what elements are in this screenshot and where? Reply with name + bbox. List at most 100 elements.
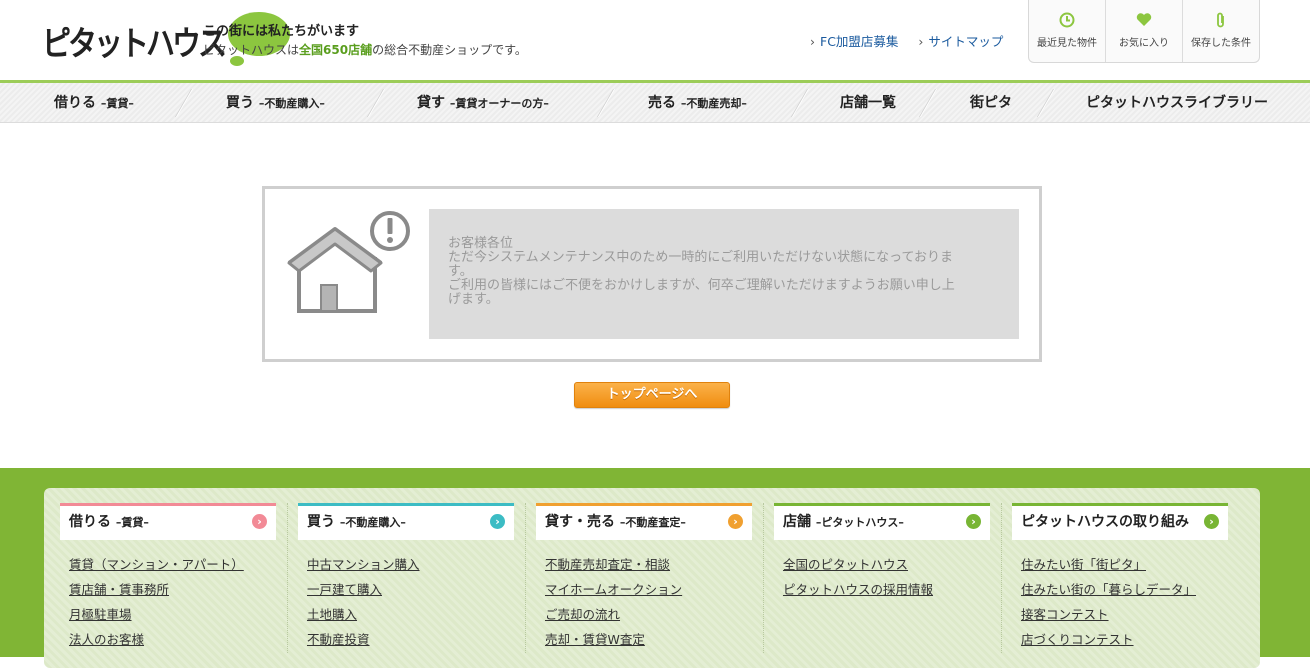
footer-heading-initiatives[interactable]: ピタットハウスの取り組み › — [1012, 503, 1228, 540]
footer-heading-rent[interactable]: 借りる –賃貸– › — [60, 503, 276, 540]
footer-link[interactable]: 賃店舗・賃事務所 — [69, 577, 276, 602]
footer-link[interactable]: 店づくりコンテスト — [1021, 627, 1228, 652]
sitemap-link[interactable]: サイトマップ — [918, 31, 1003, 50]
site-footer: 借りる –賃貸– › 賃貸（マンション・アパート） 賃店舗・賃事務所 月極駐車場… — [0, 468, 1310, 668]
tagline-pre: ピタットハウスは — [203, 43, 300, 57]
arrow-circle-icon: › — [1204, 514, 1219, 529]
footer-heading-title: 貸す・売る — [545, 514, 615, 530]
clock-icon — [1059, 12, 1075, 34]
nav-divider — [367, 89, 386, 117]
favorites-button[interactable]: お気に入り — [1106, 0, 1183, 62]
footer-heading-title: ピタットハウスの取り組み — [1021, 514, 1189, 530]
nav-buy-sub: –不動産購入– — [258, 97, 325, 110]
footer-column-store: 店舗 –ピタットハウス– › 全国のピタットハウス ピタットハウスの採用情報 — [774, 503, 990, 602]
footer-link[interactable]: 一戸建て購入 — [307, 577, 514, 602]
footer-column-initiatives: ピタットハウスの取り組み › 住みたい街「街ピタ」 住みたい街の「暮らしデータ」… — [1012, 503, 1228, 652]
footer-link[interactable]: 中古マンション購入 — [307, 552, 514, 577]
nav-divider — [597, 89, 616, 117]
nav-lease[interactable]: 貸す –賃貸オーナーの方– — [417, 83, 549, 123]
tagline-main: この街には私たちがいます — [203, 24, 360, 39]
tagline-post: の総合不動産ショップです。 — [372, 43, 527, 57]
tagline-sub: ピタットハウスは全国650店舗の総合不動産ショップです。 — [203, 41, 527, 60]
nav-lease-label: 貸す — [417, 95, 445, 111]
favorites-label: お気に入り — [1119, 38, 1169, 49]
footer-link[interactable]: ご売却の流れ — [545, 602, 752, 627]
footer-link[interactable]: 不動産投資 — [307, 627, 514, 652]
footer-link[interactable]: マイホームオークション — [545, 577, 752, 602]
nav-machipita[interactable]: 街ピタ — [970, 83, 1012, 123]
nav-sell[interactable]: 売る –不動産売却– — [648, 83, 747, 123]
footer-link[interactable]: 住みたい街の「暮らしデータ」 — [1021, 577, 1228, 602]
nav-sell-sub: –不動産売却– — [680, 97, 747, 110]
message-line: ご利用の皆様にはご不便をおかけしますが、何卒ご理解いただけますようお願い申し上 — [448, 278, 955, 293]
nav-rent-sub: –賃貸– — [100, 97, 134, 110]
maintenance-message: お客様各位 ただ今システムメンテナンス中のため一時的にご利用いただけない状態にな… — [429, 209, 1019, 339]
site-header: ピタットハウス この街には私たちがいます ピタットハウスは全国650店舗の総合不… — [0, 0, 1310, 80]
footer-column-buy: 買う –不動産購入– › 中古マンション購入 一戸建て購入 土地購入 不動産投資 — [298, 503, 514, 652]
fc-recruit-link[interactable]: FC加盟店募集 — [810, 31, 898, 50]
global-nav: 借りる –賃貸– 買う –不動産購入– 貸す –賃貸オーナーの方– 売る –不動… — [0, 80, 1310, 123]
recently-viewed-button[interactable]: 最近見た物件 — [1029, 0, 1106, 62]
footer-link[interactable]: ピタットハウスの採用情報 — [783, 577, 990, 602]
footer-link[interactable]: 賃貸（マンション・アパート） — [69, 552, 276, 577]
footer-link[interactable]: 接客コンテスト — [1021, 602, 1228, 627]
footer-column-lease-sell: 貸す・売る –不動産査定– › 不動産売却査定・相談 マイホームオークション ご… — [536, 503, 752, 652]
nav-divider — [1037, 89, 1056, 117]
nav-buy-label: 買う — [226, 95, 254, 111]
nav-machipita-label: 街ピタ — [970, 95, 1012, 111]
nav-divider — [175, 89, 194, 117]
tagline-highlight: 全国650店舗 — [299, 43, 373, 57]
user-utility-box: 最近見た物件 お気に入り 保存した条件 — [1028, 0, 1260, 63]
footer-link[interactable]: 法人のお客様 — [69, 627, 276, 652]
arrow-circle-icon: › — [490, 514, 505, 529]
nav-rent-label: 借りる — [54, 95, 96, 111]
nav-divider — [919, 89, 938, 117]
footer-heading-sub: –ピタットハウス– — [815, 516, 904, 529]
saved-conditions-button[interactable]: 保存した条件 — [1183, 0, 1259, 62]
message-line: ただ今システムメンテナンス中のため一時的にご利用いただけない状態になっておりま — [448, 250, 954, 265]
footer-divider — [1001, 503, 1002, 653]
footer-divider — [763, 503, 764, 653]
footer-heading-lease-sell[interactable]: 貸す・売る –不動産査定– › — [536, 503, 752, 540]
footer-link[interactable]: 住みたい街「街ピタ」 — [1021, 552, 1228, 577]
footer-link[interactable]: 月極駐車場 — [69, 602, 276, 627]
utility-links: FC加盟店募集 サイトマップ — [810, 31, 1003, 50]
footer-link[interactable]: 土地購入 — [307, 602, 514, 627]
footer-heading-sub: –不動産購入– — [339, 516, 406, 529]
nav-buy[interactable]: 買う –不動産購入– — [226, 83, 325, 123]
nav-divider — [791, 89, 810, 117]
footer-link[interactable]: 全国のピタットハウス — [783, 552, 990, 577]
arrow-circle-icon: › — [728, 514, 743, 529]
nav-store-list[interactable]: 店舗一覧 — [840, 83, 896, 123]
footer-link[interactable]: 売却・賃貸W査定 — [545, 627, 752, 652]
footer-column-rent: 借りる –賃貸– › 賃貸（マンション・アパート） 賃店舗・賃事務所 月極駐車場… — [60, 503, 276, 652]
nav-library[interactable]: ピタットハウスライブラリー — [1086, 83, 1268, 123]
footer-panel: 借りる –賃貸– › 賃貸（マンション・アパート） 賃店舗・賃事務所 月極駐車場… — [44, 488, 1260, 668]
footer-link[interactable]: 不動産売却査定・相談 — [545, 552, 752, 577]
nav-lease-sub: –賃貸オーナーの方– — [449, 97, 549, 110]
footer-heading-title: 借りる — [69, 514, 111, 530]
heart-icon — [1136, 12, 1152, 34]
tagline: この街には私たちがいます ピタットハウスは全国650店舗の総合不動産ショップです… — [203, 22, 527, 60]
footer-divider — [287, 503, 288, 653]
nav-library-label: ピタットハウスライブラリー — [1086, 95, 1268, 111]
footer-divider — [525, 503, 526, 653]
footer-heading-title: 店舗 — [783, 514, 811, 530]
message-line: す。 — [448, 264, 473, 279]
footer-heading-title: 買う — [307, 514, 335, 530]
footer-heading-store[interactable]: 店舗 –ピタットハウス– › — [774, 503, 990, 540]
footer-heading-sub: –不動産査定– — [619, 516, 686, 529]
saved-conditions-label: 保存した条件 — [1191, 38, 1251, 49]
nav-store-list-label: 店舗一覧 — [840, 95, 896, 111]
maintenance-notice: お客様各位 ただ今システムメンテナンス中のため一時的にご利用いただけない状態にな… — [262, 186, 1042, 362]
nav-rent[interactable]: 借りる –賃貸– — [54, 83, 134, 123]
top-page-button[interactable]: トップページへ — [574, 382, 730, 408]
footer-heading-buy[interactable]: 買う –不動産購入– › — [298, 503, 514, 540]
recently-viewed-label: 最近見た物件 — [1037, 38, 1097, 49]
paperclip-icon — [1215, 12, 1227, 34]
message-line: お客様各位 — [448, 236, 514, 251]
nav-sell-label: 売る — [648, 95, 676, 111]
house-alert-icon — [285, 207, 413, 317]
arrow-circle-icon: › — [252, 514, 267, 529]
message-line: げます。 — [448, 292, 499, 307]
